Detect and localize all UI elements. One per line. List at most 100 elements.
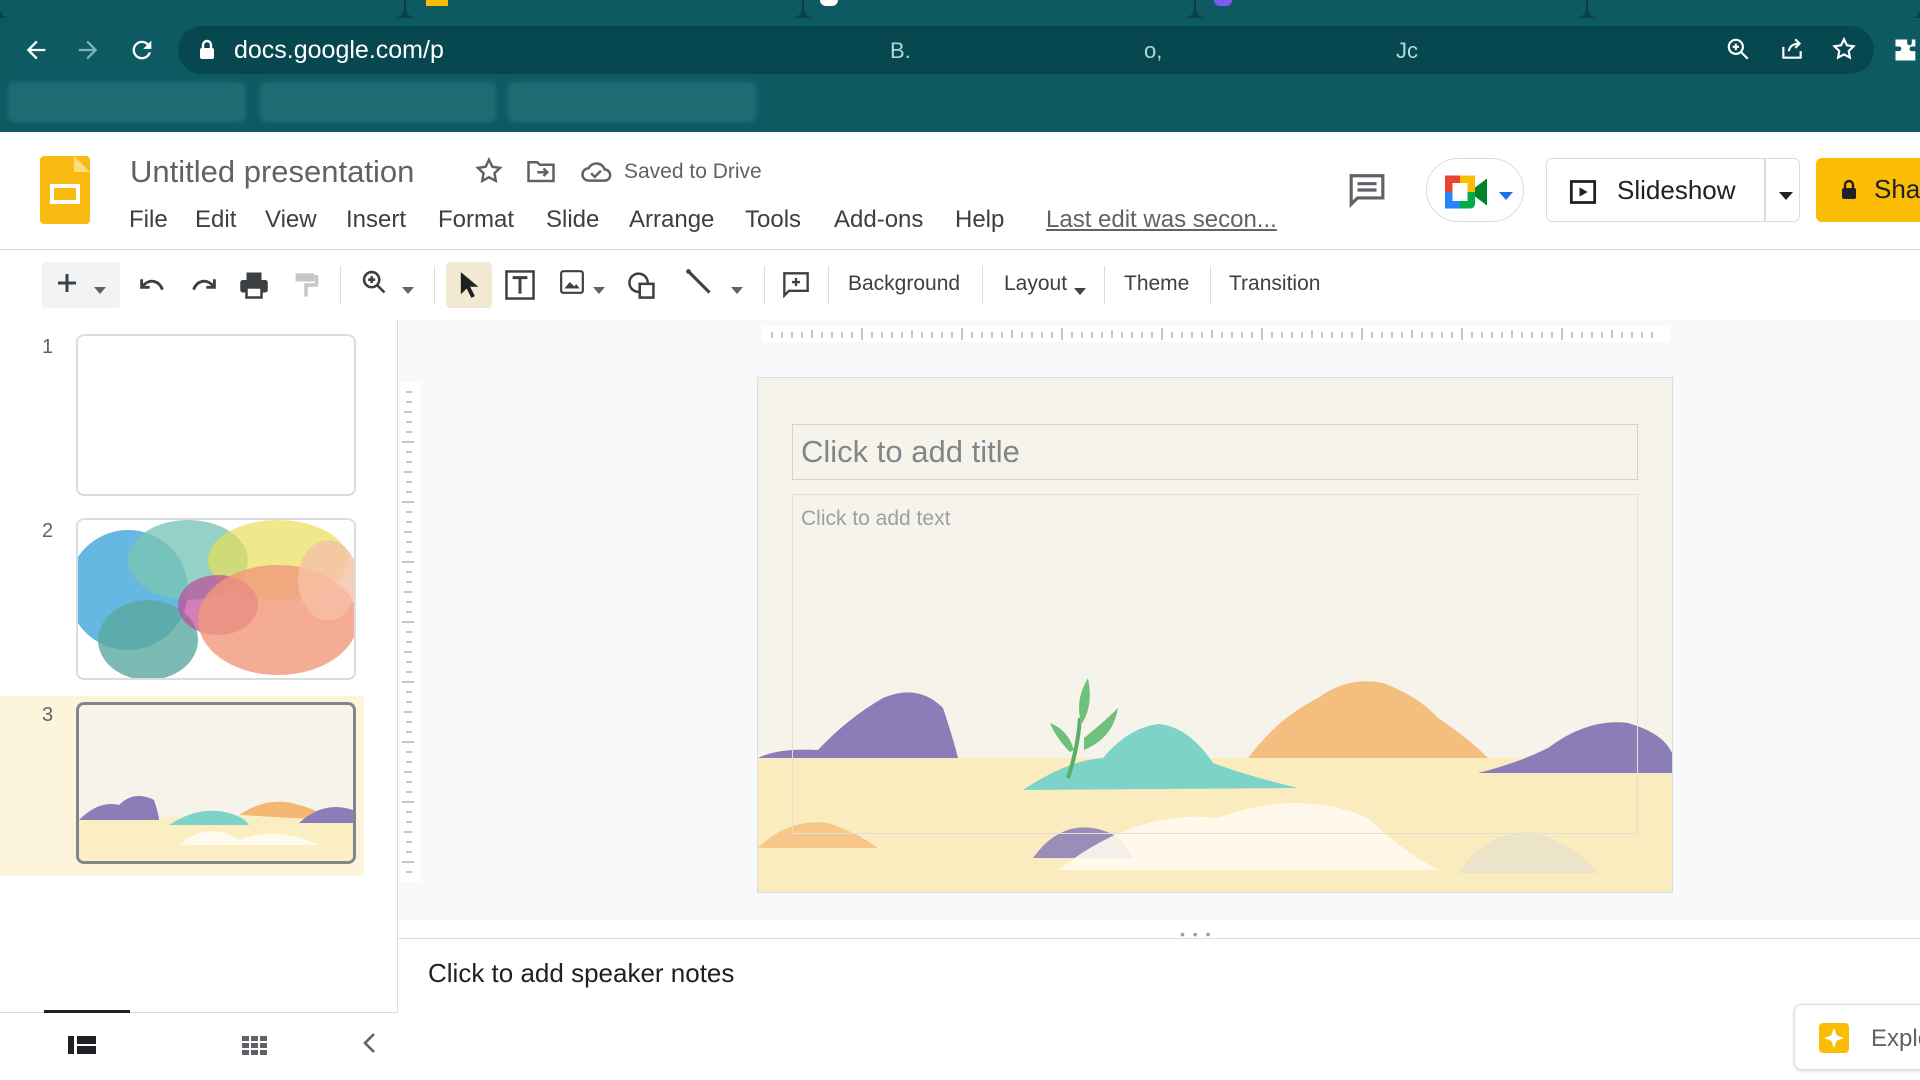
slide-thumbnail-2[interactable] — [76, 518, 356, 680]
insert-image-button[interactable] — [552, 262, 612, 308]
menu-file[interactable]: File — [129, 206, 168, 234]
active-view-indicator — [44, 1010, 130, 1013]
line-tool-button[interactable] — [676, 262, 752, 308]
bookmark-item[interactable] — [508, 82, 756, 122]
meet-icon — [1445, 175, 1493, 214]
filmstrip-footer — [0, 1012, 398, 1080]
chevron-down-icon — [1499, 187, 1513, 205]
meet-button[interactable] — [1426, 158, 1524, 222]
browser-tab[interactable] — [804, 0, 1194, 18]
bookmark-item[interactable] — [8, 82, 246, 122]
browser-tab-active[interactable] — [406, 0, 802, 18]
divider — [1210, 266, 1211, 304]
url-text: docs.google.com/p — [234, 36, 444, 64]
menu-help[interactable]: Help — [955, 206, 1004, 234]
cloud-saved-icon[interactable] — [580, 160, 612, 189]
layout-button[interactable]: Layout — [1004, 272, 1067, 296]
chevron-down-icon[interactable] — [1779, 187, 1793, 205]
filmstrip-view-icon[interactable] — [68, 1034, 96, 1061]
zoom-icon[interactable] — [1724, 36, 1752, 64]
chevron-down-icon — [402, 270, 414, 301]
zoom-button[interactable] — [352, 262, 422, 308]
title-placeholder[interactable]: Click to add title — [792, 424, 1638, 480]
menu-insert[interactable]: Insert — [346, 206, 406, 234]
menu-edit[interactable]: Edit — [195, 206, 236, 234]
transition-button[interactable]: Transition — [1229, 272, 1320, 296]
saved-status: Saved to Drive — [624, 160, 762, 183]
divider — [434, 266, 435, 304]
divider — [1764, 158, 1766, 222]
slide-number: 1 — [42, 336, 54, 358]
lock-icon — [198, 38, 216, 67]
browser-tab[interactable] — [0, 0, 404, 18]
chevron-down-icon — [731, 270, 743, 301]
menu-format[interactable]: Format — [438, 206, 514, 234]
collapse-filmstrip-icon[interactable] — [354, 1028, 384, 1058]
redo-icon[interactable] — [184, 262, 224, 308]
share-page-icon[interactable] — [1778, 36, 1806, 64]
bookmark-item[interactable] — [260, 82, 496, 122]
explore-button[interactable]: Explo — [1794, 1004, 1920, 1070]
reload-icon[interactable] — [124, 32, 160, 68]
undo-icon[interactable] — [132, 262, 172, 308]
slide-thumbnail-1[interactable] — [76, 334, 356, 496]
back-icon[interactable] — [18, 32, 54, 68]
lock-icon — [1840, 178, 1858, 207]
browser-tab[interactable] — [1588, 0, 1920, 18]
slideshow-button[interactable]: Slideshow — [1546, 158, 1800, 222]
slides-favicon — [426, 0, 448, 6]
background-button[interactable]: Background — [848, 272, 960, 296]
star-icon[interactable] — [474, 156, 504, 191]
text-box-icon[interactable] — [500, 262, 540, 308]
menu-arrange[interactable]: Arrange — [629, 206, 714, 234]
theme-button[interactable]: Theme — [1124, 272, 1189, 296]
shape-icon[interactable] — [622, 262, 662, 308]
grid-view-icon[interactable] — [242, 1034, 268, 1061]
comments-icon[interactable] — [1348, 172, 1386, 213]
speaker-notes-input[interactable]: Click to add speaker notes — [428, 958, 734, 989]
slideshow-label: Slideshow — [1617, 175, 1736, 205]
document-title[interactable]: Untitled presentation — [130, 154, 414, 190]
slide-number: 3 — [42, 704, 54, 726]
body-placeholder[interactable]: Click to add text — [792, 494, 1638, 834]
line-icon — [685, 268, 713, 303]
present-icon — [1569, 179, 1597, 210]
share-label: Sha — [1874, 174, 1920, 204]
explore-label: Explo — [1871, 1025, 1920, 1052]
select-tool-icon[interactable] — [446, 262, 492, 308]
slides-logo[interactable] — [40, 156, 90, 224]
menu-slide[interactable]: Slide — [546, 206, 599, 234]
tab-favicon — [820, 0, 838, 6]
divider — [340, 266, 341, 304]
slide-number: 2 — [42, 520, 54, 542]
url-fragment: Jc — [1396, 38, 1418, 63]
share-button[interactable]: Sha — [1816, 158, 1920, 222]
divider — [764, 266, 765, 304]
menu-addons[interactable]: Add-ons — [834, 206, 923, 234]
explore-icon — [1817, 1021, 1851, 1060]
move-to-folder-icon[interactable] — [526, 158, 556, 189]
menu-tools[interactable]: Tools — [745, 206, 801, 234]
horizontal-ruler — [762, 326, 1670, 342]
slide-thumbnail-3[interactable] — [76, 702, 356, 864]
url-fragment: B. — [890, 38, 911, 63]
divider — [982, 266, 983, 304]
paint-format-icon[interactable] — [286, 262, 326, 308]
add-comment-icon[interactable] — [776, 262, 816, 308]
extensions-icon[interactable] — [1892, 36, 1920, 64]
tab-strip — [0, 0, 1920, 18]
forward-icon[interactable] — [70, 32, 106, 68]
browser-tab[interactable] — [1196, 0, 1586, 18]
vertical-ruler — [400, 382, 420, 882]
print-icon[interactable] — [234, 262, 274, 308]
chevron-down-icon[interactable] — [1074, 282, 1086, 300]
image-icon — [559, 269, 585, 302]
chevron-down-icon — [94, 270, 106, 301]
menu-view[interactable]: View — [265, 206, 317, 234]
divider — [828, 266, 829, 304]
tab-favicon — [1214, 0, 1232, 6]
last-edit-link[interactable]: Last edit was secon... — [1046, 206, 1277, 234]
new-slide-button[interactable] — [42, 262, 120, 308]
bookmark-star-icon[interactable] — [1830, 36, 1858, 64]
plus-icon — [56, 270, 78, 301]
